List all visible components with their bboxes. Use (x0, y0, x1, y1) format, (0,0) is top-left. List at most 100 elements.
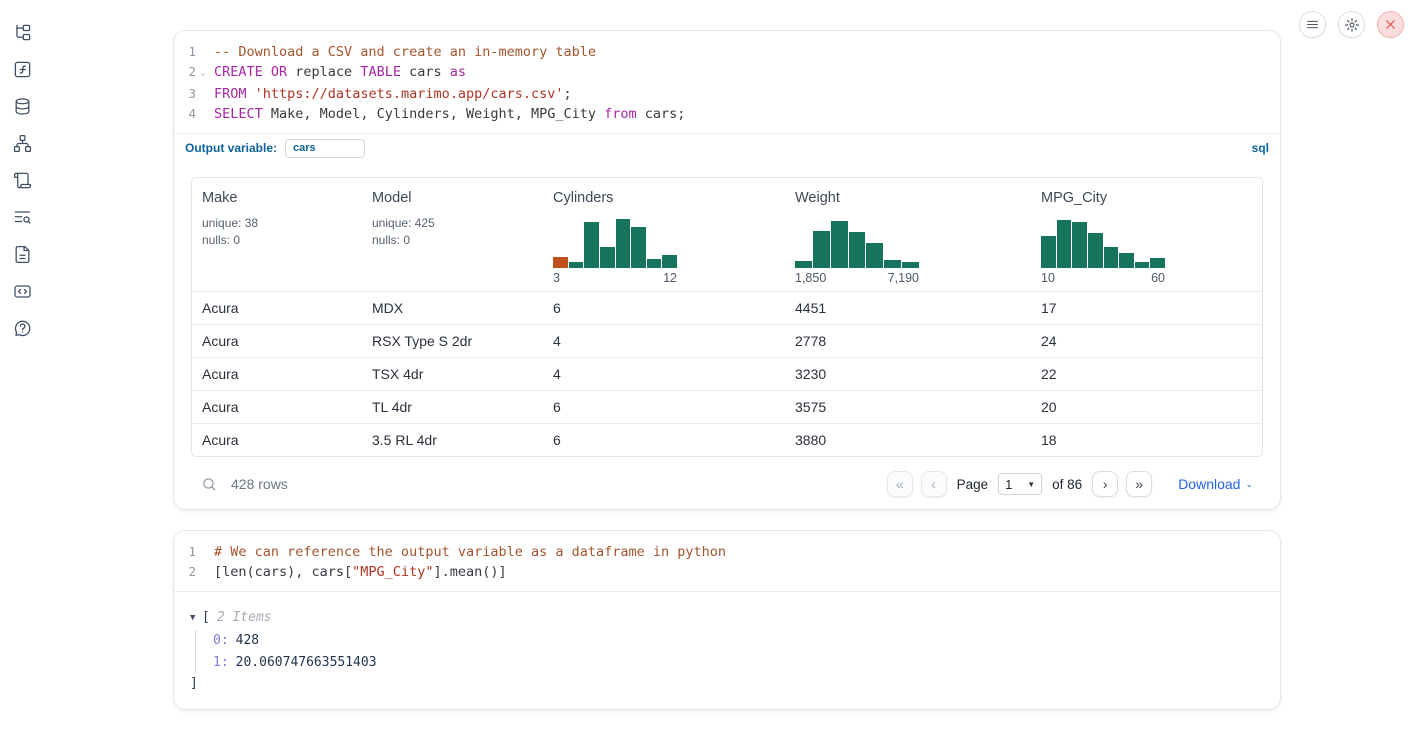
settings-button[interactable] (1338, 11, 1365, 38)
code-line: 1 -- Download a CSV and create an in-mem… (174, 42, 1280, 62)
histogram-bar (1041, 236, 1056, 268)
histogram-bar (616, 219, 631, 268)
help-icon[interactable] (12, 318, 32, 338)
code-token: replace (287, 64, 360, 80)
table-row[interactable]: AcuraMDX6445117 (192, 291, 1262, 324)
pagination: « ‹ Page 1 ▼ of 86 › » Download ⌄ (887, 471, 1253, 497)
code-token: -- Download a CSV and create an in-memor… (214, 44, 596, 60)
axis-min-label: 1,850 (795, 271, 826, 285)
histogram-axis-labels: 3 12 (553, 271, 677, 285)
table-cell: 3880 (785, 432, 1031, 448)
histogram-bar (1104, 247, 1119, 268)
column-header-model[interactable]: Model unique: 425 nulls: 0 (362, 178, 543, 291)
prev-page-button[interactable]: ‹ (921, 471, 947, 497)
output-variable-input[interactable]: cars (285, 139, 365, 158)
download-button[interactable]: Download ⌄ (1178, 476, 1253, 492)
code-token: as (450, 64, 466, 80)
hamburger-icon (1305, 17, 1320, 32)
cylinders-histogram: 3 12 (553, 216, 677, 285)
next-page-button[interactable]: › (1092, 471, 1118, 497)
code-line: 4 SELECT Make, Model, Cylinders, Weight,… (174, 104, 1280, 124)
table-cell: Acura (192, 399, 362, 415)
table-row[interactable]: AcuraRSX Type S 2dr4277824 (192, 324, 1262, 357)
histogram-bars (1041, 216, 1165, 268)
histogram-bar (1150, 258, 1165, 268)
stat-unique: unique: 38 (202, 215, 352, 232)
table-cell: TSX 4dr (362, 366, 543, 382)
data-table: Make unique: 38 nulls: 0 Model unique: 4… (191, 177, 1263, 457)
item-value: 428 (236, 633, 259, 648)
table-output: Make unique: 38 nulls: 0 Model unique: 4… (174, 162, 1280, 457)
collapse-chevron-icon[interactable]: ▼ (190, 608, 202, 628)
column-name: Make (202, 190, 352, 206)
code-content: FROM 'https://datasets.marimo.app/cars.c… (214, 84, 572, 104)
first-page-button[interactable]: « (887, 471, 913, 497)
column-header-weight[interactable]: Weight 1,850 7,190 (785, 178, 1031, 291)
table-cell: 24 (1031, 333, 1262, 349)
table-cell: 6 (543, 300, 785, 316)
line-number: 1 (174, 542, 196, 562)
axis-min-label: 3 (553, 271, 560, 285)
histogram-bar (631, 227, 646, 268)
fold-chevron-icon[interactable]: ⌄ (196, 62, 210, 84)
column-header-cylinders[interactable]: Cylinders 3 12 (543, 178, 785, 291)
histogram-bar (662, 255, 677, 268)
code-token: SELECT (214, 106, 263, 122)
table-row[interactable]: AcuraTL 4dr6357520 (192, 390, 1262, 423)
table-cell: 4451 (785, 300, 1031, 316)
histogram-bar (600, 247, 615, 268)
histogram-bar (553, 257, 568, 268)
column-header-mpg-city[interactable]: MPG_City 10 60 (1031, 178, 1262, 291)
column-name: Weight (795, 190, 1021, 206)
axis-max-label: 12 (663, 271, 677, 285)
table-cell: 18 (1031, 432, 1262, 448)
code-content: -- Download a CSV and create an in-memor… (214, 42, 596, 62)
documentation-icon[interactable] (12, 244, 32, 264)
table-cell: TL 4dr (362, 399, 543, 415)
output-variable-label: Output variable: (185, 141, 277, 155)
histogram-bar (1072, 222, 1087, 268)
code-token: cars (401, 64, 450, 80)
histogram-bar (849, 232, 866, 268)
code-content: [len(cars), cars["MPG_City"].mean()] (214, 562, 507, 582)
chevron-down-icon: ⌄ (1245, 479, 1253, 490)
table-row[interactable]: Acura3.5 RL 4dr6388018 (192, 423, 1262, 456)
column-stats: unique: 38 nulls: 0 (202, 215, 352, 249)
datasources-icon[interactable] (12, 96, 32, 116)
stat-nulls: nulls: 0 (202, 232, 352, 249)
logs-search-icon[interactable] (12, 207, 32, 227)
page-select[interactable]: 1 ▼ (998, 473, 1042, 495)
table-cell: Acura (192, 366, 362, 382)
python-code-editor[interactable]: 1 # We can reference the output variable… (174, 531, 1280, 591)
column-header-make[interactable]: Make unique: 38 nulls: 0 (192, 178, 362, 291)
menu-button[interactable] (1299, 11, 1326, 38)
table-cell: 3.5 RL 4dr (362, 432, 543, 448)
page-select-value: 1 (1005, 477, 1012, 492)
histogram-bar (1119, 253, 1134, 268)
table-cell: Acura (192, 432, 362, 448)
table-cell: 6 (543, 399, 785, 415)
code-content: CREATE OR replace TABLE cars as (214, 62, 466, 84)
scratchpad-icon[interactable] (12, 170, 32, 190)
line-number: 3 (174, 84, 196, 104)
item-index: 1: (213, 655, 229, 670)
search-icon[interactable] (201, 476, 218, 493)
snippets-icon[interactable] (12, 281, 32, 301)
axis-max-label: 60 (1151, 271, 1165, 285)
list-item: 1:20.060747663551403 (213, 652, 1264, 674)
dependency-graph-icon[interactable] (12, 133, 32, 153)
table-row[interactable]: AcuraTSX 4dr4323022 (192, 357, 1262, 390)
language-badge: sql (1252, 141, 1269, 155)
code-line: 2 ⌄ CREATE OR replace TABLE cars as (174, 62, 1280, 84)
sql-code-editor[interactable]: 1 -- Download a CSV and create an in-mem… (174, 31, 1280, 133)
close-icon (1384, 18, 1397, 31)
last-page-button[interactable]: » (1126, 471, 1152, 497)
column-name: MPG_City (1041, 190, 1252, 206)
code-token: cars; (637, 106, 686, 122)
functions-icon[interactable] (12, 59, 32, 79)
line-number: 4 (174, 104, 196, 124)
shutdown-button[interactable] (1377, 11, 1404, 38)
table-cell: 20 (1031, 399, 1262, 415)
file-tree-icon[interactable] (12, 22, 32, 42)
table-cell: RSX Type S 2dr (362, 333, 543, 349)
